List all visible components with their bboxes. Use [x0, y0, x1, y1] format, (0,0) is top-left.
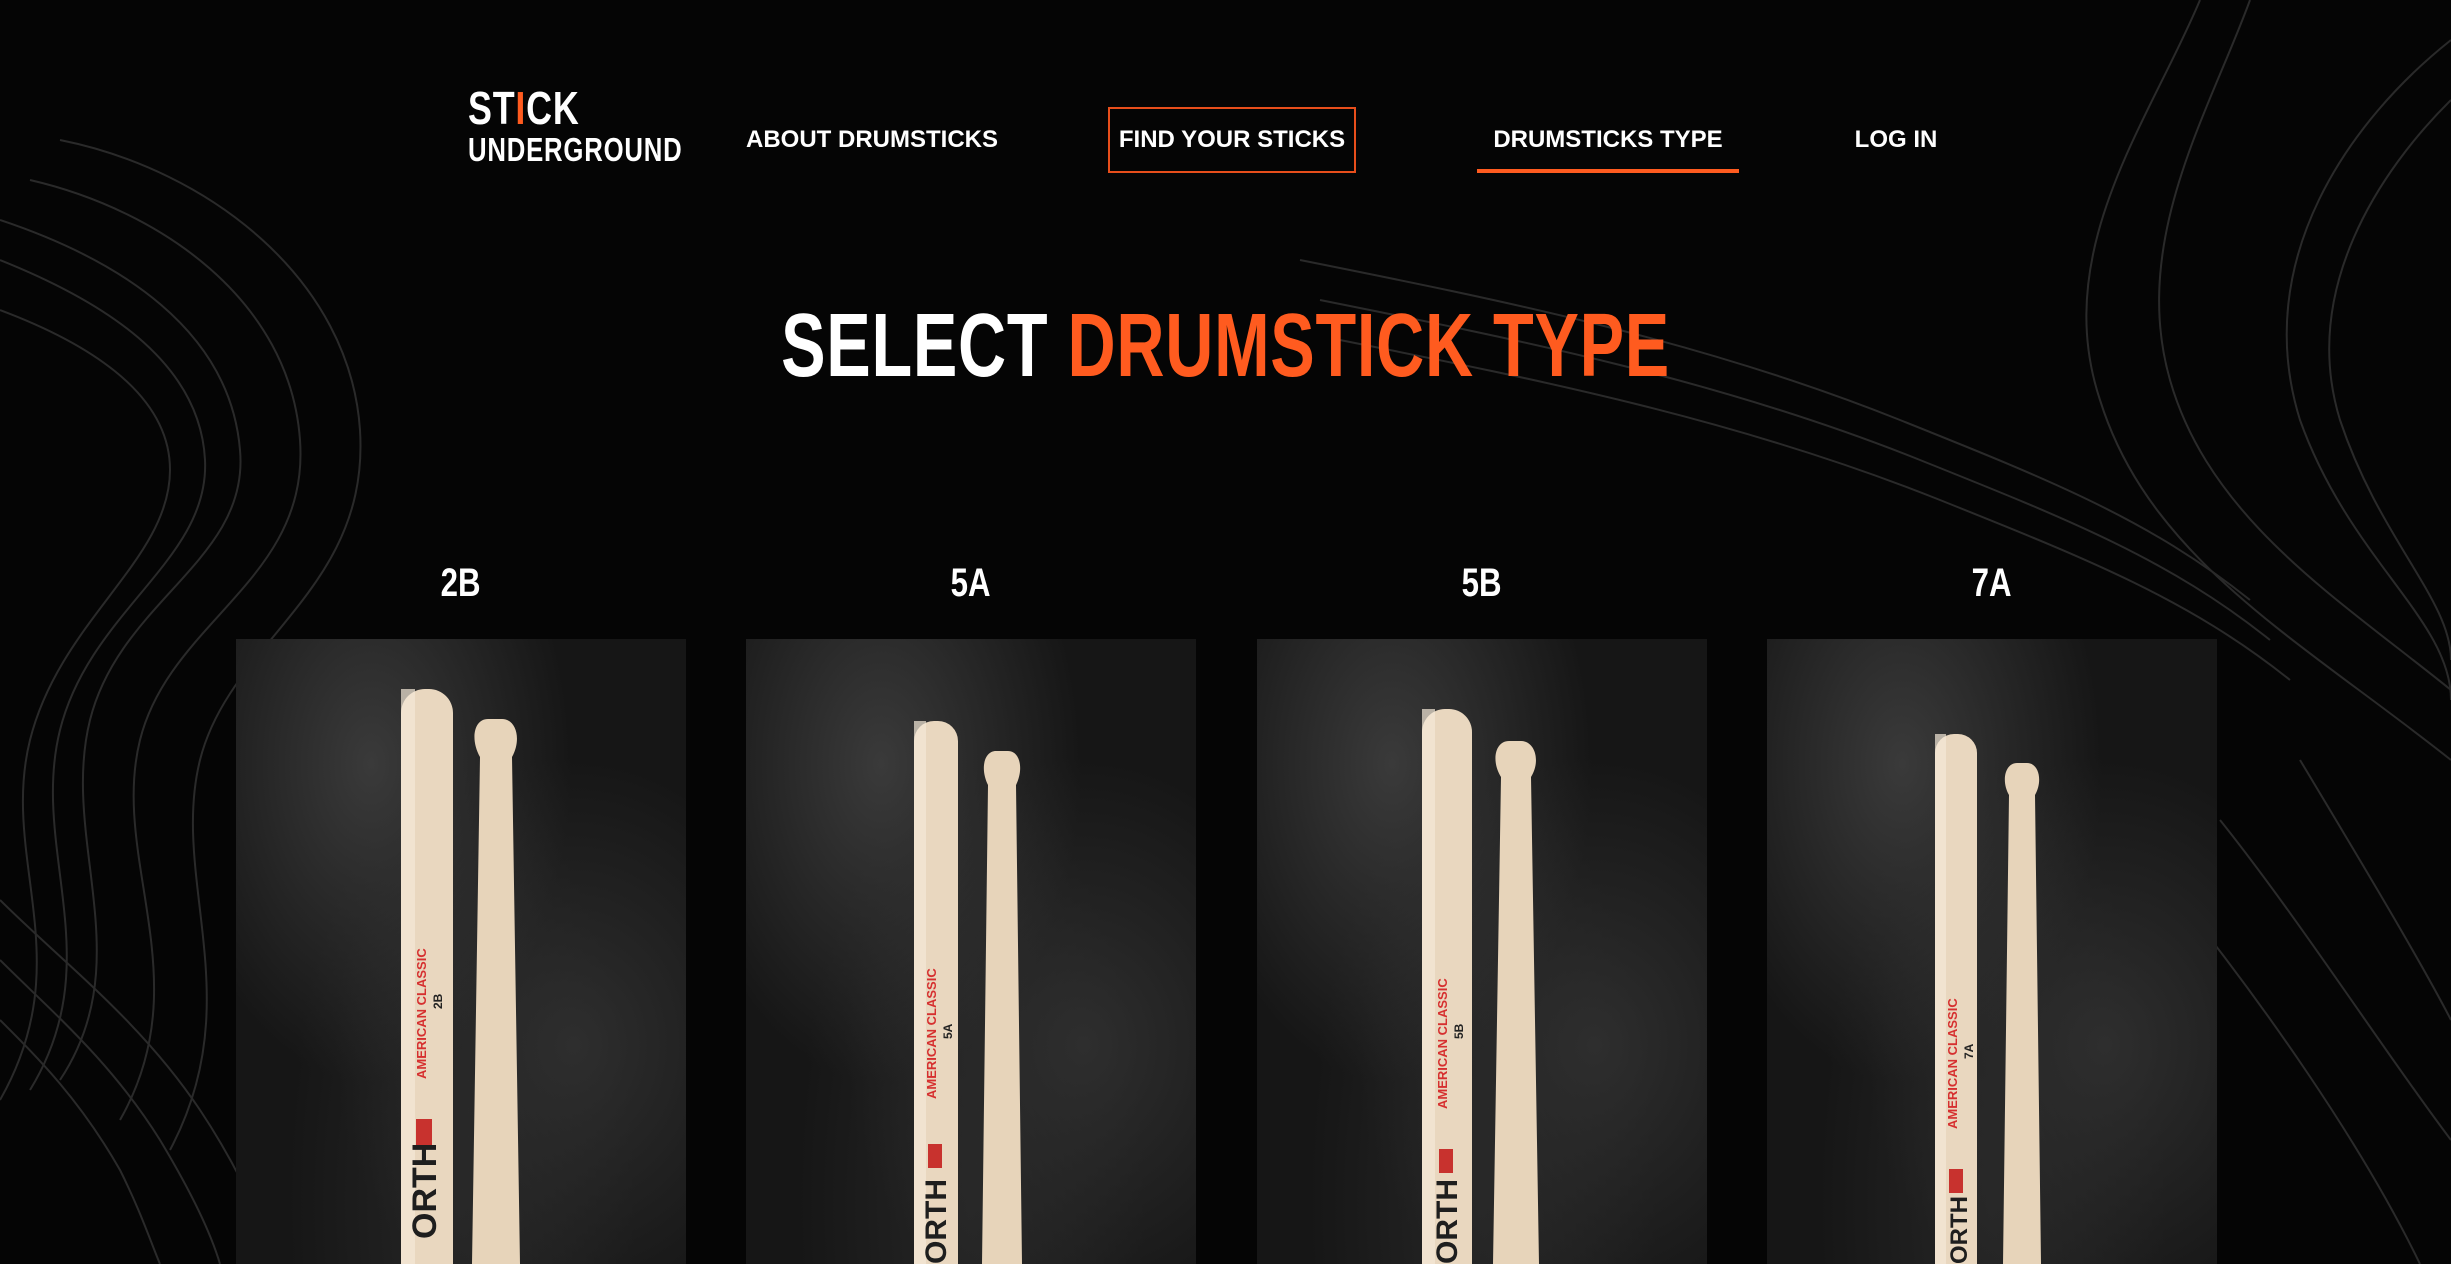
card-label-5a: 5A [951, 561, 991, 605]
svg-text:5B: 5B [1452, 1023, 1466, 1039]
site-logo[interactable]: STICK UNDERGROUND [468, 75, 682, 175]
page-title: SELECT DRUMSTICK TYPE [0, 296, 2451, 396]
card-label-2b: 2B [441, 561, 481, 605]
svg-text:ORTH: ORTH [1946, 1196, 1973, 1264]
drumstick-card-7a[interactable]: AMERICAN CLASSIC 7A ORTH [1767, 639, 2217, 1264]
drumstick-image: AMERICAN CLASSIC 5A ORTH [914, 721, 1022, 1264]
title-white: SELECT [781, 296, 1068, 396]
svg-text:2B: 2B [431, 993, 445, 1009]
svg-text:ORTH: ORTH [1431, 1179, 1464, 1264]
logo-line-2: UNDERGROUND [468, 131, 683, 168]
nav-log-in[interactable]: LOG IN [1840, 107, 1952, 173]
title-accent: DRUMSTICK TYPE [1067, 296, 1670, 396]
svg-text:AMERICAN CLASSIC: AMERICAN CLASSIC [924, 968, 939, 1099]
svg-text:ORTH: ORTH [920, 1179, 953, 1264]
drumstick-image: AMERICAN CLASSIC 2B ORTH [401, 689, 520, 1264]
drumstick-image: AMERICAN CLASSIC 7A ORTH [1935, 734, 2041, 1264]
drumstick-image: AMERICAN CLASSIC 5B ORTH [1422, 709, 1539, 1264]
svg-text:5A: 5A [941, 1023, 955, 1039]
drumstick-card-5b[interactable]: AMERICAN CLASSIC 5B ORTH [1257, 639, 1707, 1264]
card-label-7a: 7A [1972, 561, 2012, 605]
nav-about-drumsticks[interactable]: ABOUT DRUMSTICKS [740, 107, 1004, 173]
drumstick-card-5a[interactable]: AMERICAN CLASSIC 5A ORTH [746, 639, 1196, 1264]
svg-text:ORTH: ORTH [406, 1143, 444, 1239]
svg-text:AMERICAN CLASSIC: AMERICAN CLASSIC [1435, 978, 1450, 1109]
card-label-5b: 5B [1462, 561, 1502, 605]
nav-find-your-sticks-button[interactable]: FIND YOUR STICKS [1108, 107, 1356, 173]
svg-text:AMERICAN CLASSIC: AMERICAN CLASSIC [1945, 998, 1960, 1129]
drumstick-card-2b[interactable]: AMERICAN CLASSIC 2B ORTH [236, 639, 686, 1264]
svg-text:7A: 7A [1962, 1043, 1976, 1059]
svg-text:AMERICAN CLASSIC: AMERICAN CLASSIC [414, 948, 429, 1079]
nav-drumsticks-type[interactable]: DRUMSTICKS TYPE [1477, 107, 1739, 173]
logo-line-1: STICK [468, 82, 580, 134]
